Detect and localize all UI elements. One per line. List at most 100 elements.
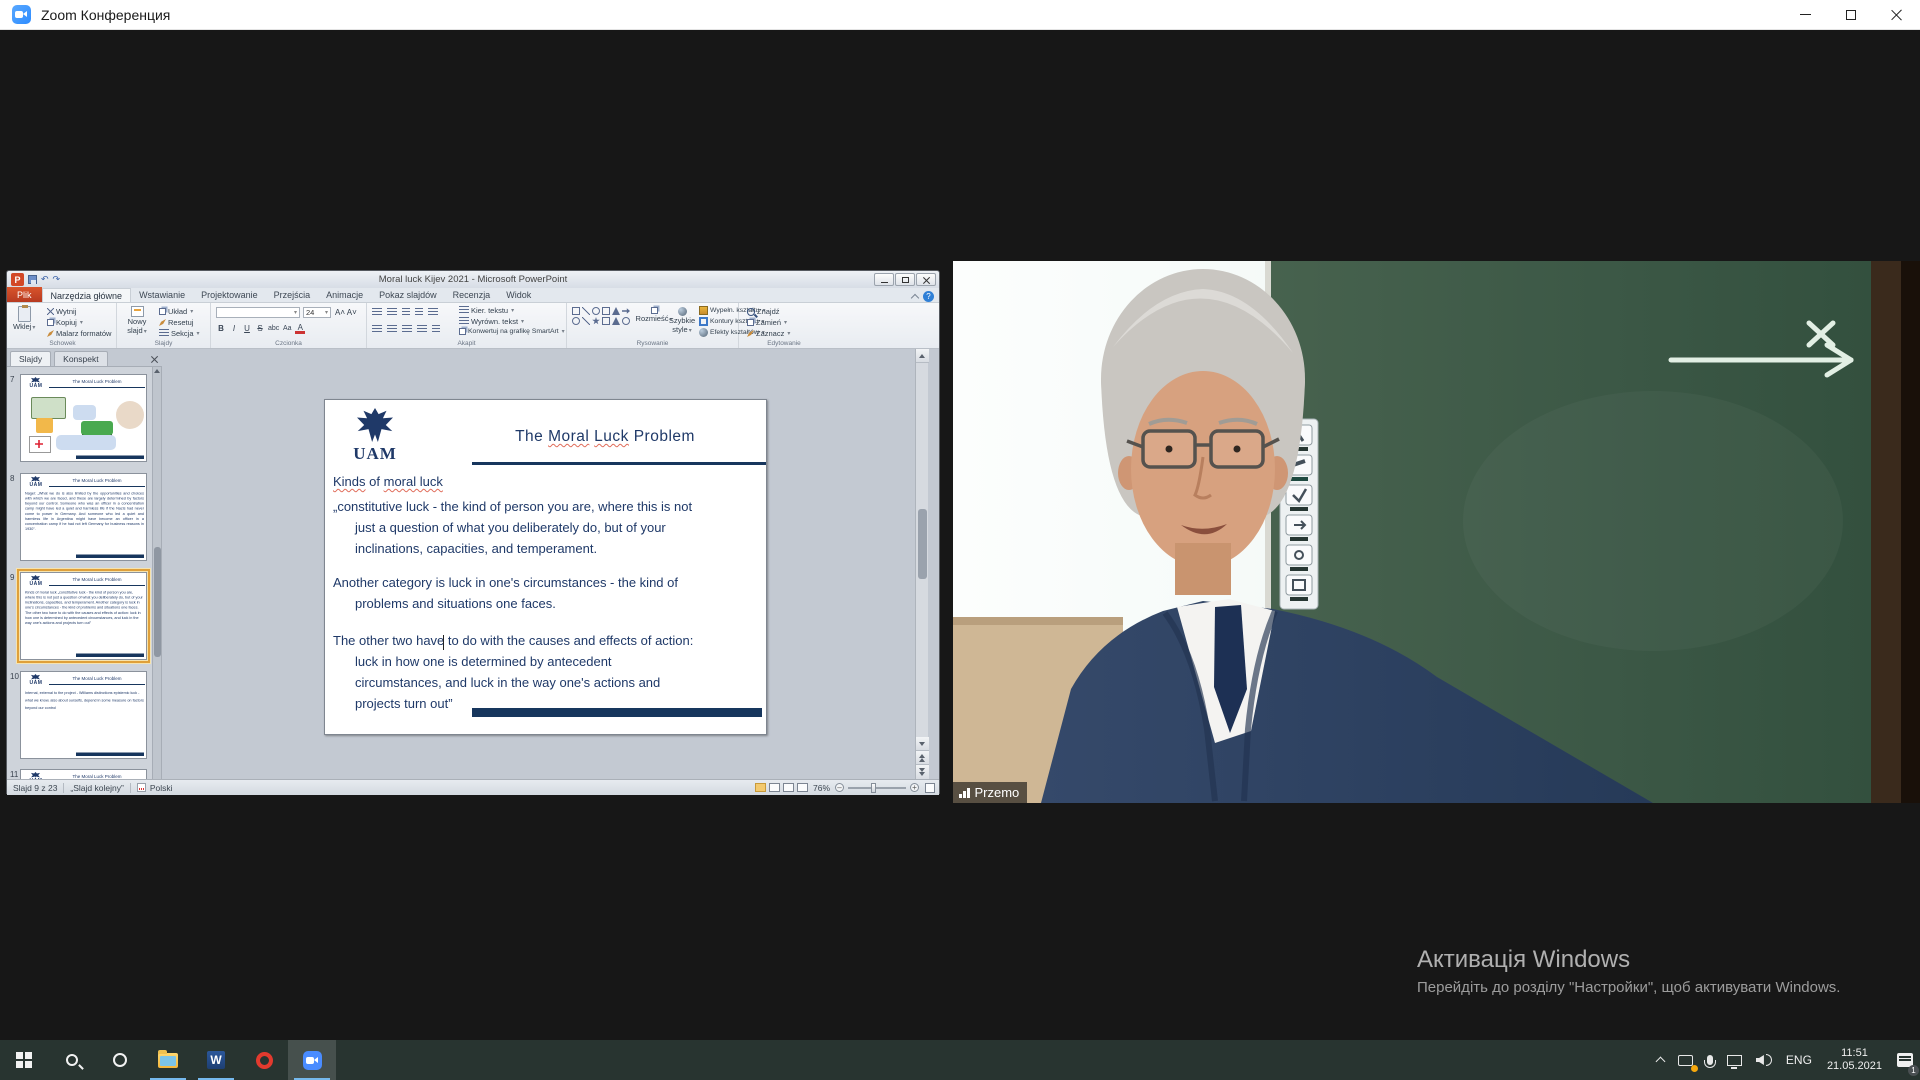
italic-button[interactable]: I	[229, 323, 239, 334]
current-slide[interactable]: UAM The Moral Luck Problem Kinds of mora…	[324, 399, 767, 735]
align-left-icon	[372, 325, 382, 334]
arrange-button[interactable]: Rozmieść	[639, 307, 669, 323]
smartart-button[interactable]: Konwertuj na grafikę SmartArt	[459, 328, 565, 335]
section-button[interactable]: Sekcja	[159, 329, 200, 338]
zoom-out-button[interactable]: –	[835, 783, 844, 792]
editor-scrollbar-thumb[interactable]	[918, 509, 927, 579]
quick-styles-button[interactable]: Szybkie style	[667, 307, 697, 334]
taskbar-clock[interactable]: 11:51 21.05.2021	[1819, 1047, 1890, 1073]
tab-animations[interactable]: Animacje	[318, 288, 371, 302]
tab-home[interactable]: Narzędzia główne	[42, 288, 132, 302]
slide-thumbnail-11[interactable]: UAM The Moral Luck Problem	[20, 769, 147, 779]
font-size-combo[interactable]: 24	[303, 307, 331, 318]
help-icon[interactable]: ?	[923, 291, 934, 302]
strikethrough-button[interactable]: S	[255, 323, 265, 334]
reading-view-button[interactable]	[783, 783, 794, 792]
tab-review[interactable]: Recenzja	[445, 288, 499, 302]
panel-close-icon[interactable]	[150, 355, 158, 363]
underline-button[interactable]: U	[242, 323, 252, 334]
align-text-button[interactable]: Wyrówn. tekst	[459, 317, 524, 326]
tray-display-button[interactable]	[1720, 1040, 1749, 1080]
start-button[interactable]	[0, 1040, 48, 1080]
font-color-button[interactable]: A	[295, 323, 305, 334]
slide-thumbnail-7[interactable]: UAM The Moral Luck Problem	[20, 374, 147, 462]
slide-paragraph-3[interactable]: The other two have to do with the causes…	[333, 630, 760, 714]
language-indicator[interactable]: Polski	[150, 783, 173, 793]
reset-button[interactable]: Resetuj	[159, 318, 193, 327]
editor-scrollbar[interactable]	[915, 349, 928, 779]
tab-file[interactable]: Plik	[7, 287, 42, 302]
language-indicator[interactable]: ENG	[1779, 1040, 1819, 1080]
tab-slideshow[interactable]: Pokaz slajdów	[371, 288, 445, 302]
cortana-button[interactable]	[96, 1040, 144, 1080]
shapes-gallery[interactable]	[571, 307, 635, 327]
zoom-slider[interactable]	[848, 787, 906, 789]
slide-paragraph-2[interactable]: Another category is luck in one's circum…	[333, 572, 760, 614]
save-icon[interactable]	[28, 275, 37, 284]
slide-paragraph-1[interactable]: „constitutive luck - the kind of person …	[333, 496, 760, 559]
minimize-button[interactable]	[1782, 0, 1828, 29]
align-buttons[interactable]	[372, 325, 440, 334]
opera-button[interactable]	[240, 1040, 288, 1080]
slide-sorter-view-button[interactable]	[769, 783, 780, 792]
ppt-restore-button[interactable]	[895, 273, 915, 286]
shadow-button[interactable]: abc	[268, 323, 279, 334]
slide-heading[interactable]: Kinds of moral luck	[333, 474, 443, 489]
format-painter-button[interactable]: Malarz formatów	[47, 329, 111, 338]
normal-view-button[interactable]	[755, 783, 766, 792]
scroll-down-button[interactable]	[916, 737, 929, 751]
layout-button[interactable]: Układ	[159, 307, 193, 316]
zoom-slider-knob[interactable]	[871, 783, 876, 793]
zoom-taskbar-button[interactable]	[288, 1040, 336, 1080]
ppt-minimize-button[interactable]	[874, 273, 894, 286]
slide-title[interactable]: The Moral Luck Problem	[455, 428, 755, 446]
file-explorer-button[interactable]	[144, 1040, 192, 1080]
bold-button[interactable]: B	[216, 323, 226, 334]
spellcheck-icon[interactable]	[137, 783, 146, 792]
tab-design[interactable]: Projektowanie	[193, 288, 266, 302]
powerpoint-titlebar[interactable]: Moral luck Kijev 2021 - Microsoft PowerP…	[7, 271, 939, 288]
ppt-close-button[interactable]	[916, 273, 936, 286]
tab-transitions[interactable]: Przejścia	[266, 288, 319, 302]
panel-tab-slides[interactable]: Slajdy	[10, 351, 51, 366]
replace-button[interactable]: Zamień	[747, 318, 787, 327]
tray-volume-button[interactable]	[1749, 1040, 1779, 1080]
find-button[interactable]: Znajdź	[747, 307, 780, 316]
cut-button[interactable]: Wytnij	[47, 307, 76, 316]
change-case-button[interactable]: Aa	[282, 323, 292, 334]
maximize-button[interactable]	[1828, 0, 1874, 29]
new-slide-button[interactable]: Nowy slajd	[120, 306, 154, 335]
tab-view[interactable]: Widok	[498, 288, 539, 302]
slide-thumbnail-10[interactable]: UAM The Moral Luck Problem Internal, ext…	[20, 671, 147, 759]
tray-sync-button[interactable]	[1671, 1040, 1700, 1080]
fit-to-window-button[interactable]	[925, 783, 935, 793]
slideshow-view-button[interactable]	[797, 783, 808, 792]
taskbar-search-button[interactable]	[48, 1040, 96, 1080]
panel-scrollbar-thumb[interactable]	[154, 547, 161, 657]
font-name-combo[interactable]	[216, 307, 300, 318]
tray-microphone-button[interactable]	[1700, 1040, 1720, 1080]
minimize-ribbon-icon[interactable]	[911, 294, 919, 302]
show-hidden-icons-button[interactable]	[1650, 1040, 1671, 1080]
copy-button[interactable]: Kopiuj	[47, 318, 83, 327]
previous-slide-button[interactable]	[916, 751, 929, 765]
slide-thumbnail-9-selected[interactable]: UAM The Moral Luck Problem Kinds of mora…	[20, 572, 147, 660]
participant-name: Przemo	[975, 785, 1020, 800]
zoom-in-button[interactable]: +	[910, 783, 919, 792]
slide-thumbnail-8[interactable]: UAM The Moral Luck Problem Nagel: „What …	[20, 473, 147, 561]
text-direction-button[interactable]: Kier. tekstu	[459, 306, 514, 315]
paste-button[interactable]: Wklej	[13, 306, 35, 331]
panel-scrollbar[interactable]	[152, 367, 161, 779]
action-center-button[interactable]: 1	[1890, 1040, 1920, 1080]
word-button[interactable]: W	[192, 1040, 240, 1080]
scroll-up-button[interactable]	[916, 349, 929, 363]
grow-shrink-font-buttons[interactable]: A˄ A˅	[335, 308, 357, 317]
tab-insert[interactable]: Wstawianie	[131, 288, 193, 302]
select-button[interactable]: Zaznacz	[747, 329, 790, 338]
panel-tab-outline[interactable]: Konspekt	[54, 351, 107, 366]
next-slide-button[interactable]	[916, 765, 929, 779]
close-button[interactable]	[1874, 0, 1920, 29]
list-buttons[interactable]	[372, 308, 438, 317]
zoom-level[interactable]: 76%	[813, 783, 830, 793]
participant-video-tile[interactable]: Przemo	[953, 261, 1920, 803]
